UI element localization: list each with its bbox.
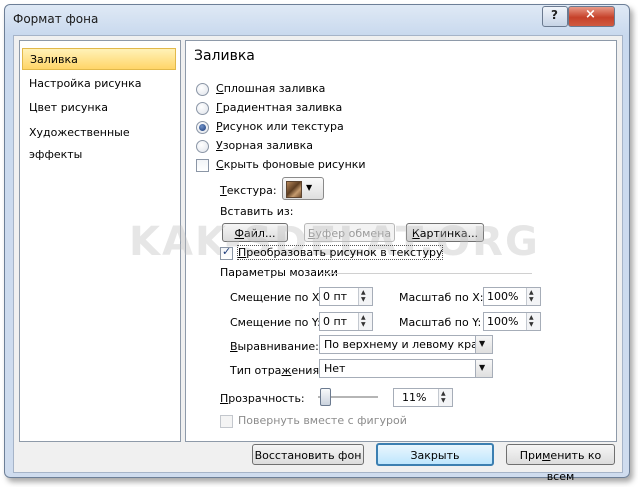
nav-item-picture-color[interactable]: Цвет рисунка xyxy=(22,97,176,119)
texture-picker[interactable]: ▼ xyxy=(282,177,324,200)
mirror-type-label: Тип отражения: xyxy=(230,364,323,377)
label-gradient-fill: Градиентная заливка xyxy=(216,101,343,114)
texture-label: Текстура: xyxy=(220,184,277,197)
title-bar[interactable]: Формат фона ? × xyxy=(5,5,629,33)
offset-x-stepper[interactable]: ▲ ▼ xyxy=(358,288,372,305)
scale-x-input[interactable]: 100% ▲ ▼ xyxy=(483,287,541,306)
hide-background-checkbox[interactable] xyxy=(196,159,209,172)
offset-y-input[interactable]: 0 пт ▲ ▼ xyxy=(319,312,373,331)
chevron-down-icon[interactable]: ▼ xyxy=(475,336,492,353)
radio-picture-texture-fill[interactable] xyxy=(196,121,209,134)
transparency-label: Прозрачность: xyxy=(220,392,305,405)
close-button[interactable]: Закрыть xyxy=(376,443,494,466)
close-icon: × xyxy=(585,7,596,22)
offset-y-label: Смещение по Y: xyxy=(230,316,321,329)
texture-swatch-icon xyxy=(286,181,302,198)
dialog-window: Формат фона ? × Заливка Настройка рисунк… xyxy=(4,4,630,483)
chevron-down-icon: ▼ xyxy=(306,183,313,192)
offset-y-stepper[interactable]: ▲ ▼ xyxy=(358,313,372,330)
nav-item-artistic-effects[interactable]: Художественные эффекты xyxy=(22,122,176,161)
nav-item-picture-corrections[interactable]: Настройка рисунка xyxy=(22,73,176,95)
offset-x-input[interactable]: 0 пт ▲ ▼ xyxy=(319,287,373,306)
reset-background-button[interactable]: Восстановить фон xyxy=(252,444,364,465)
label-pattern-fill: Узорная заливка xyxy=(216,139,313,152)
tiling-options-heading: Параметры мозаики xyxy=(220,266,338,279)
scale-y-stepper[interactable]: ▲ ▼ xyxy=(526,313,540,330)
alignment-select[interactable]: По верхнему и левому краю ▼ xyxy=(319,335,493,354)
scale-y-label: Масштаб по Y: xyxy=(399,316,482,329)
transparency-input[interactable]: 11% ▲ ▼ xyxy=(393,388,453,407)
fill-panel: Заливка Сплошная заливка Градиентная зал… xyxy=(129,40,617,442)
dialog-client: Заливка Настройка рисунка Цвет рисунка Х… xyxy=(13,35,623,483)
insert-from-label: Вставить из: xyxy=(220,205,294,218)
panel-heading: Заливка xyxy=(194,48,255,64)
radio-pattern-fill[interactable] xyxy=(196,140,209,153)
label-picture-texture-fill: Рисунок или текстура xyxy=(216,120,344,133)
label-rotate-with-shape: Повернуть вместе с фигурой xyxy=(238,414,407,427)
label-hide-background: Скрыть фоновые рисунки xyxy=(216,158,366,171)
apply-to-all-button[interactable]: Применить ко всем xyxy=(506,444,615,483)
divider xyxy=(322,273,532,274)
offset-x-label: Смещение по X: xyxy=(230,291,324,304)
transparency-slider-thumb[interactable] xyxy=(319,388,331,406)
scale-x-stepper[interactable]: ▲ ▼ xyxy=(526,288,540,305)
close-window-button[interactable]: × xyxy=(568,6,615,27)
dialog-title: Формат фона xyxy=(13,12,99,26)
tile-as-texture-checkbox[interactable] xyxy=(220,245,233,260)
label-tile-as-texture: Преобразовать рисунок в текстуру xyxy=(236,245,444,260)
label-solid-fill: Сплошная заливка xyxy=(216,82,326,95)
scale-y-input[interactable]: 100% ▲ ▼ xyxy=(483,312,541,331)
alignment-label: Выравнивание: xyxy=(230,340,319,353)
mirror-type-select[interactable]: Нет ▼ xyxy=(319,359,493,378)
nav-item-fill[interactable]: Заливка xyxy=(22,48,176,70)
radio-gradient-fill[interactable] xyxy=(196,102,209,115)
transparency-stepper[interactable]: ▲ ▼ xyxy=(438,389,452,406)
scale-x-label: Масштаб по X: xyxy=(399,291,484,304)
rotate-with-shape-checkbox[interactable] xyxy=(220,415,233,428)
help-icon: ? xyxy=(551,8,558,22)
radio-solid-fill[interactable] xyxy=(196,83,209,96)
help-button[interactable]: ? xyxy=(542,6,568,27)
chevron-down-icon[interactable]: ▼ xyxy=(475,360,492,377)
